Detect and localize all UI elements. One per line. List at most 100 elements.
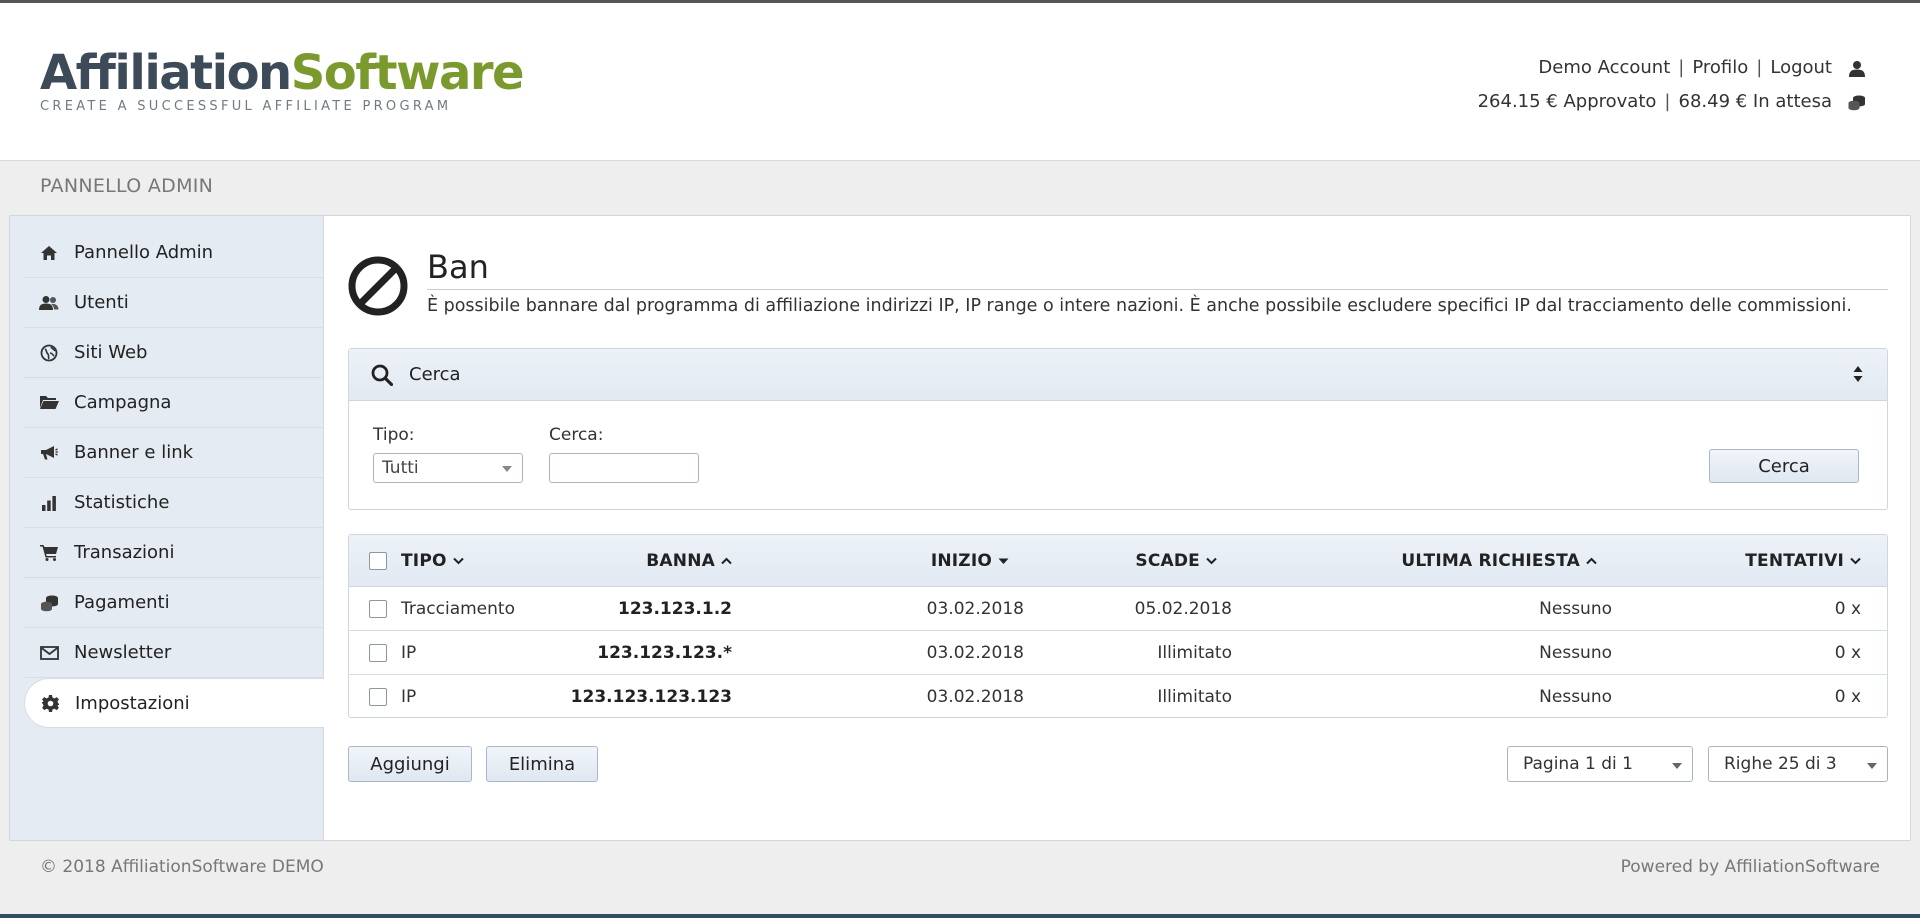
ban-table: TIPO BANNA INIZIO SCADE ULTIMA RICHIESTA… xyxy=(348,534,1888,718)
search-panel-body: Tipo: Tutti Cerca: Cerca xyxy=(349,401,1887,509)
sidebar-item-transazioni[interactable]: Transazioni xyxy=(24,528,324,578)
chevron-down-icon xyxy=(502,466,512,472)
page-select-value: Pagina 1 di 1 xyxy=(1523,754,1633,774)
ban-icon xyxy=(348,256,408,316)
logo[interactable]: AffiliationSoftware CREATE A SUCCESSFUL … xyxy=(40,49,525,114)
content-area: Ban È possibile bannare dal programma di… xyxy=(348,216,1888,840)
cerca-label: Cerca: xyxy=(549,425,604,445)
table-row[interactable]: IP 123.123.123.123 03.02.2018 Illimitato… xyxy=(349,675,1887,717)
table-row[interactable]: IP 123.123.123.* 03.02.2018 Illimitato N… xyxy=(349,631,1887,675)
home-icon xyxy=(38,243,60,263)
sidebar-item-statistiche[interactable]: Statistiche xyxy=(24,478,324,528)
column-header-scade[interactable]: SCADE xyxy=(1135,535,1217,586)
sidebar-item-label: Campagna xyxy=(74,392,172,413)
cell-ultima-richiesta: Nessuno xyxy=(1539,687,1612,707)
cell-banna[interactable]: 123.123.123.* xyxy=(597,631,732,674)
chevron-down-icon xyxy=(1206,557,1217,565)
page-title: Ban xyxy=(427,248,489,286)
column-header-label: TIPO xyxy=(401,550,447,571)
cell-tentativi: 0 x xyxy=(1834,687,1861,707)
column-header-tipo[interactable]: TIPO xyxy=(401,535,464,586)
user-icon xyxy=(1846,60,1868,77)
column-header-banna[interactable]: BANNA xyxy=(646,535,732,586)
sidebar-item-utenti[interactable]: Utenti xyxy=(24,278,324,328)
column-header-label: ULTIMA RICHIESTA xyxy=(1401,550,1580,571)
delete-button[interactable]: Elimina xyxy=(486,746,598,782)
tipo-select[interactable]: Tutti xyxy=(373,453,523,483)
sidebar: Pannello Admin Utenti Siti Web Campagna … xyxy=(10,216,324,840)
search-panel-title: Cerca xyxy=(409,364,461,385)
column-header-inizio[interactable]: INIZIO xyxy=(931,535,1009,586)
main-frame: Pannello Admin Utenti Siti Web Campagna … xyxy=(9,215,1911,841)
sidebar-item-label: Impostazioni xyxy=(75,692,190,714)
sidebar-item-label: Transazioni xyxy=(74,542,175,563)
globe-icon xyxy=(38,343,60,363)
cell-tentativi: 0 x xyxy=(1834,598,1861,619)
sidebar-item-impostazioni[interactable]: Impostazioni xyxy=(24,678,324,728)
column-header-ultima-richiesta[interactable]: ULTIMA RICHIESTA xyxy=(1401,535,1597,586)
chevron-down-icon xyxy=(1850,557,1861,565)
logout-link[interactable]: Logout xyxy=(1770,51,1832,85)
cell-inizio: 03.02.2018 xyxy=(926,687,1024,707)
profile-link[interactable]: Profilo xyxy=(1692,51,1748,85)
cell-scade: Illimitato xyxy=(1157,642,1232,663)
rows-per-page-select[interactable]: Righe 25 di 3 xyxy=(1708,746,1888,782)
row-checkbox[interactable] xyxy=(369,644,387,662)
table-row[interactable]: Tracciamento 123.123.1.2 03.02.2018 05.0… xyxy=(349,587,1887,631)
sidebar-item-pannello-admin[interactable]: Pannello Admin xyxy=(24,228,324,278)
sidebar-item-label: Statistiche xyxy=(74,492,170,513)
rows-select-value: Righe 25 di 3 xyxy=(1724,754,1837,774)
cell-tipo: IP xyxy=(401,642,417,663)
add-button[interactable]: Aggiungi xyxy=(348,746,472,782)
sidebar-item-siti-web[interactable]: Siti Web xyxy=(24,328,324,378)
separator: | xyxy=(1664,91,1671,112)
cell-tipo: IP xyxy=(401,687,417,707)
sidebar-nav: Pannello Admin Utenti Siti Web Campagna … xyxy=(24,228,324,728)
search-panel: Cerca Tipo: Tutti Cerca: Cerca xyxy=(348,348,1888,510)
row-checkbox[interactable] xyxy=(369,600,387,618)
coins-icon xyxy=(38,593,60,613)
separator: | xyxy=(1678,57,1685,78)
search-input[interactable] xyxy=(549,453,699,483)
header: AffiliationSoftware CREATE A SUCCESSFUL … xyxy=(0,3,1920,160)
approved-balance[interactable]: 264.15 € Approvato xyxy=(1478,85,1657,119)
cell-inizio: 03.02.2018 xyxy=(926,642,1024,663)
search-panel-header[interactable]: Cerca xyxy=(349,349,1887,401)
column-header-label: BANNA xyxy=(646,550,715,571)
separator: | xyxy=(1756,57,1763,78)
footer-powered-by[interactable]: Powered by AffiliationSoftware xyxy=(1621,857,1880,877)
footer-copyright: © 2018 AffiliationSoftware DEMO xyxy=(40,857,324,877)
logo-tagline: CREATE A SUCCESSFUL AFFILIATE PROGRAM xyxy=(40,99,452,114)
folder-icon xyxy=(38,393,60,413)
tipo-select-value: Tutti xyxy=(382,458,419,478)
megaphone-icon xyxy=(38,443,60,463)
row-checkbox[interactable] xyxy=(369,688,387,706)
search-button[interactable]: Cerca xyxy=(1709,449,1859,483)
chevron-down-icon xyxy=(1867,763,1877,769)
title-divider xyxy=(427,289,1888,290)
column-header-label: SCADE xyxy=(1135,550,1200,571)
cell-banna[interactable]: 123.123.1.2 xyxy=(618,587,732,630)
cell-banna[interactable]: 123.123.123.123 xyxy=(571,675,732,717)
collapse-toggle-icon[interactable] xyxy=(1853,365,1863,388)
account-name-link[interactable]: Demo Account xyxy=(1538,51,1670,85)
tipo-label: Tipo: xyxy=(373,425,415,445)
page-description: È possibile bannare dal programma di aff… xyxy=(427,296,1852,316)
panel-title: PANNELLO ADMIN xyxy=(40,175,214,197)
cell-tipo: Tracciamento xyxy=(401,598,515,619)
logo-text: AffiliationSoftware xyxy=(40,49,525,97)
sidebar-item-newsletter[interactable]: Newsletter xyxy=(24,628,324,678)
sidebar-item-pagamenti[interactable]: Pagamenti xyxy=(24,578,324,628)
sidebar-item-campagna[interactable]: Campagna xyxy=(24,378,324,428)
sidebar-item-label: Banner e link xyxy=(74,442,194,463)
chevron-up-icon xyxy=(1586,557,1597,565)
select-all-checkbox[interactable] xyxy=(369,552,387,570)
column-header-label: INIZIO xyxy=(930,550,992,571)
column-header-tentativi[interactable]: TENTATIVI xyxy=(1745,535,1861,586)
gear-icon xyxy=(39,693,61,713)
logo-part2: Software xyxy=(290,45,525,101)
chevron-down-icon xyxy=(1672,763,1682,769)
sidebar-item-banner-e-link[interactable]: Banner e link xyxy=(24,428,324,478)
pending-balance[interactable]: 68.49 € In attesa xyxy=(1679,85,1833,119)
page-select[interactable]: Pagina 1 di 1 xyxy=(1507,746,1693,782)
